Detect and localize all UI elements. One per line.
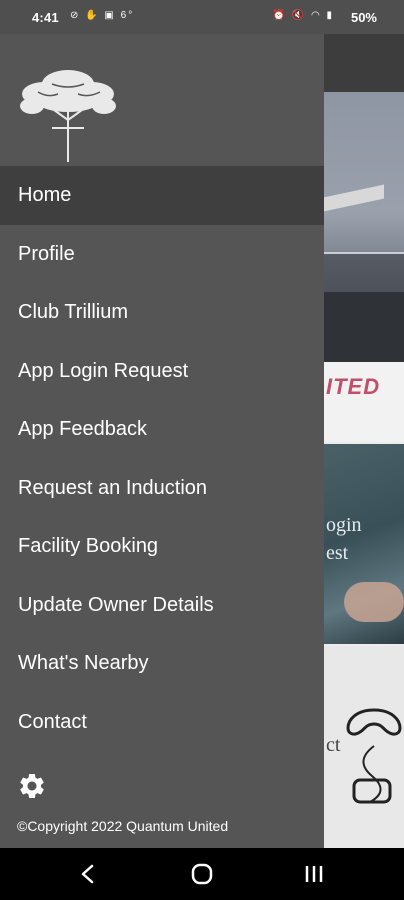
background-tile-contact: ct [324, 646, 404, 848]
menu-item-label: App Feedback [18, 418, 147, 440]
background-tile-login-line1: ogin [326, 514, 362, 536]
background-header [324, 34, 404, 92]
gear-icon[interactable] [17, 771, 47, 801]
background-tile-contact-text: ct [326, 734, 341, 756]
tree-logo-icon [20, 70, 116, 162]
background-tile-login-line2: est [326, 542, 349, 564]
copyright-text: ©Copyright 2022 Quantum United [17, 818, 229, 834]
temperature-text: 6° [120, 10, 135, 21]
menu-item-label: Contact [18, 710, 87, 733]
drawer-menu: Home Profile Club Trillium App Login Req… [0, 166, 324, 751]
alarm-icon: ⏰ [272, 10, 287, 21]
menu-item-label: Update Owner Details [18, 593, 214, 616]
menu-item-label: What's Nearby [18, 652, 149, 674]
battery-percent: 50% [350, 10, 377, 25]
system-nav-bar [0, 848, 404, 900]
background-tile-building [324, 92, 404, 362]
menu-item-facility-booking[interactable]: Facility Booking [0, 517, 324, 576]
menu-item-app-login-request[interactable]: App Login Request [0, 342, 324, 401]
background-tile-caption: ITED [324, 362, 404, 442]
image-icon: ▣ [104, 10, 116, 21]
menu-item-label: Home [18, 184, 72, 206]
background-app: ITED ogin est ct [324, 34, 404, 848]
menu-item-update-owner-details[interactable]: Update Owner Details [0, 576, 324, 635]
status-time: 4:41 [32, 10, 59, 25]
background-tile-login: ogin est [324, 444, 404, 644]
menu-item-label: Request an Induction [18, 476, 208, 499]
sync-icon: ⊘ [70, 10, 81, 21]
menu-item-label: Facility Booking [18, 535, 159, 557]
signal-icon: ▮ [326, 10, 334, 21]
mute-icon: 🔇 [291, 10, 307, 21]
status-bar: 4:41 ⊘ ✋ ▣ 6° ⏰ 🔇 ◠ ▮ 50% [0, 0, 404, 34]
menu-item-label: Profile [18, 242, 75, 265]
menu-item-club-trillium[interactable]: Club Trillium [0, 283, 324, 342]
menu-item-label: Club Trillium [18, 301, 129, 323]
telephone-icon [346, 708, 402, 804]
menu-item-home[interactable]: Home [0, 166, 324, 225]
menu-item-whats-nearby[interactable]: What's Nearby [0, 634, 324, 693]
status-right-icons: ⏰ 🔇 ◠ ▮ [273, 10, 335, 21]
status-left-icons: ⊘ ✋ ▣ 6° [70, 10, 134, 21]
navigation-drawer: Home Profile Club Trillium App Login Req… [0, 34, 324, 848]
hand-icon: ✋ [85, 10, 100, 21]
recents-icon[interactable] [294, 858, 334, 890]
menu-item-profile[interactable]: Profile [0, 225, 324, 284]
menu-item-label: App Login Request [18, 359, 189, 382]
menu-item-app-feedback[interactable]: App Feedback [0, 400, 324, 459]
menu-item-contact[interactable]: Contact [0, 693, 324, 752]
back-icon[interactable] [68, 858, 108, 890]
wifi-icon: ◠ [310, 10, 322, 21]
menu-item-request-induction[interactable]: Request an Induction [0, 459, 324, 518]
home-icon[interactable] [182, 858, 222, 890]
